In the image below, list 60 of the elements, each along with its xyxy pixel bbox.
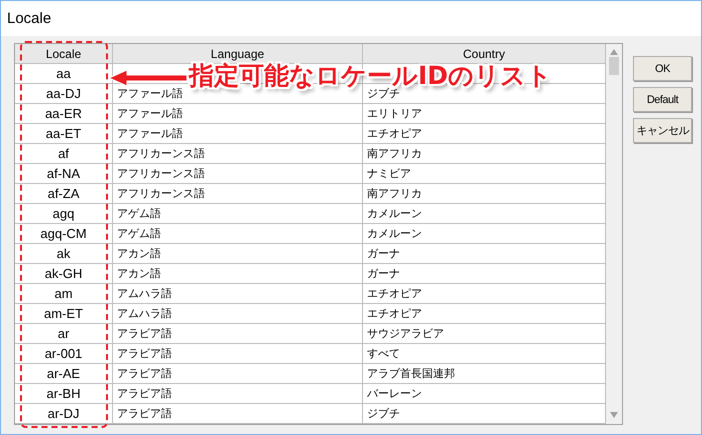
dialog-button[interactable]: OK [633,56,692,81]
table-cell: アファール語 [113,104,363,124]
dialog-button[interactable]: Default [633,87,692,112]
column-header[interactable]: Locale [15,44,113,64]
table-cell: エリトリア [363,104,606,124]
table-cell: 南アフリカ [363,144,606,164]
table-cell: ar-DJ [15,404,113,424]
table-cell: アラビア語 [113,404,363,424]
table-cell: ナミビア [363,164,606,184]
table-cell: バーレーン [363,384,606,404]
table-cell: ジブチ [363,404,606,424]
table-cell: アラビア語 [113,344,363,364]
table-cell: すべて [363,344,606,364]
table-cell: aa-DJ [15,84,113,104]
table-cell: カメルーン [363,204,606,224]
window-title: Locale [7,10,52,27]
table-cell: ar-001 [15,344,113,364]
table-cell: アラビア語 [113,384,363,404]
table-cell: エチオピア [363,284,606,304]
table-cell: ガーナ [363,244,606,264]
table-cell: ar-BH [15,384,113,404]
table-cell: エチオピア [363,304,606,324]
table-cell: アフリカーンス語 [113,144,363,164]
table-cell: ガーナ [363,264,606,284]
table-cell: ar [15,324,113,344]
table-cell: アファール語 [113,124,363,144]
table-cell: ak-GH [15,264,113,284]
column-header[interactable]: Language [113,44,363,64]
scroll-down-icon[interactable] [610,412,618,418]
table-cell: agq-CM [15,224,113,244]
table-cell: アゲム語 [113,204,363,224]
table-cell: アラビア語 [113,324,363,344]
table-cell: am-ET [15,304,113,324]
table-cell: af-ZA [15,184,113,204]
table-cell: アカン語 [113,244,363,264]
table-cell: アラビア語 [113,364,363,384]
table-cell: aa-ER [15,104,113,124]
table-cell: アフリカーンス語 [113,164,363,184]
table-cell: agq [15,204,113,224]
column-header[interactable]: Country [363,44,606,64]
table-cell: サウジアラビア [363,324,606,344]
dialog-button[interactable]: キャンセル [633,118,692,143]
table-cell: アムハラ語 [113,304,363,324]
table-cell: af [15,144,113,164]
table-cell: アフリカーンス語 [113,184,363,204]
table-cell: アムハラ語 [113,284,363,304]
table-cell: af-NA [15,164,113,184]
table-cell: アゲム語 [113,224,363,244]
table-cell: アカン語 [113,264,363,284]
table-cell: カメルーン [363,224,606,244]
table-cell: ak [15,244,113,264]
table-cell: エチオピア [363,124,606,144]
table-cell: am [15,284,113,304]
scroll-up-icon[interactable] [610,49,618,55]
table-cell: 南アフリカ [363,184,606,204]
scrollbar-thumb[interactable] [609,57,619,75]
table-cell: aa-ET [15,124,113,144]
arrow-icon [109,69,189,87]
table-cell: アラブ首長国連邦 [363,364,606,384]
table-cell: ar-AE [15,364,113,384]
